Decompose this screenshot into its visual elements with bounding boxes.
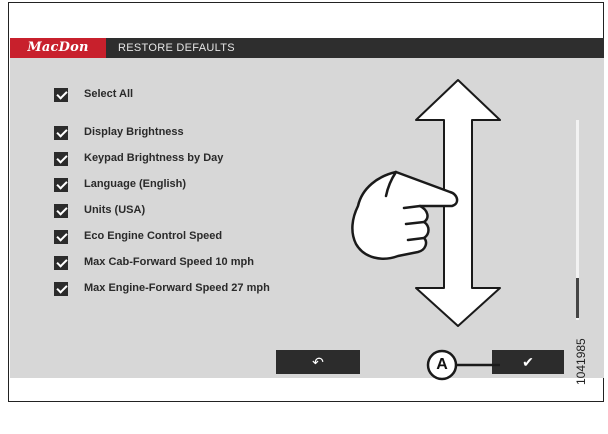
- figure-number: 1041985: [574, 338, 588, 385]
- callout-label: A: [436, 356, 448, 373]
- hand-swipe-icon: [351, 170, 459, 260]
- annotation-overlay: [351, 79, 501, 381]
